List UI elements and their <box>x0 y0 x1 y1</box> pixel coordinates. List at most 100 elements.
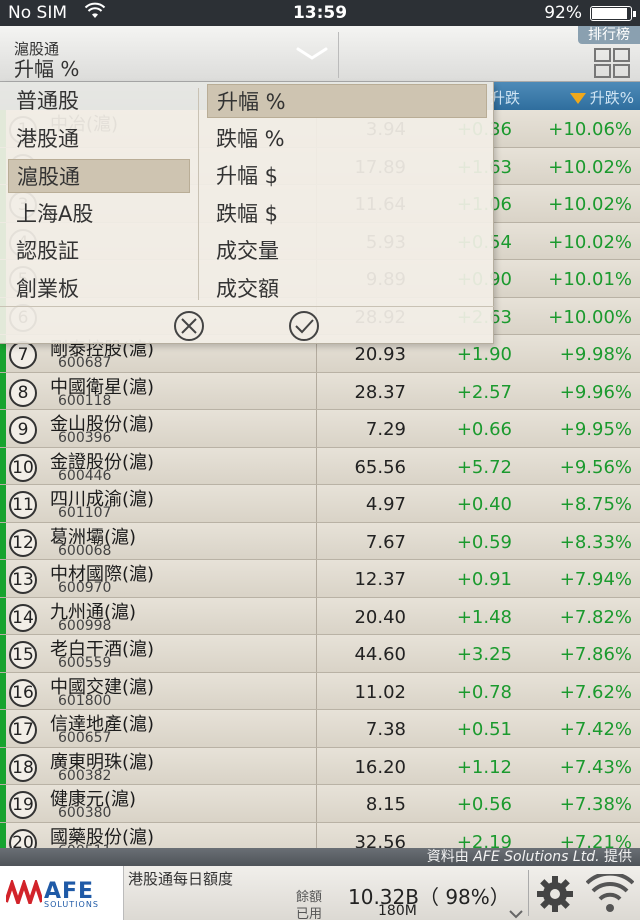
battery-icon <box>590 6 636 21</box>
column-divider <box>316 747 317 784</box>
rank-badge: 16 <box>9 678 37 707</box>
stock-change-pct: +7.42% <box>559 719 632 740</box>
source-suffix: 提供 <box>604 849 632 865</box>
stock-change: +0.91 <box>456 569 512 590</box>
column-change-header[interactable]: 升跌 <box>490 87 520 108</box>
chevron-down-icon[interactable] <box>294 40 330 66</box>
stock-code: 600068 <box>58 542 112 559</box>
stock-price: 7.29 <box>365 419 406 440</box>
gain-indicator-bar <box>0 710 6 747</box>
status-bar: No SIM 13:59 92% <box>0 0 640 26</box>
sort-option[interactable]: 跌幅 % <box>207 122 487 156</box>
stock-code: 600382 <box>58 767 112 784</box>
table-row[interactable]: 8 中國衛星(滬) 600118 28.37 +2.57 +9.96% <box>0 372 640 410</box>
stock-change-pct: +7.38% <box>559 794 632 815</box>
source-company: AFE Solutions Ltd. <box>473 849 600 865</box>
table-row[interactable]: 15 老白干酒(滬) 600559 44.60 +3.25 +7.86% <box>0 635 640 673</box>
column-divider <box>316 522 317 559</box>
rank-badge: 15 <box>9 641 37 669</box>
stock-code: 600118 <box>58 392 112 409</box>
table-row[interactable]: 9 金山股份(滬) 600396 7.29 +0.66 +9.95% <box>0 410 640 448</box>
stock-change-pct: +10.02% <box>548 231 632 253</box>
rank-badge: 12 <box>9 528 37 557</box>
column-divider <box>316 560 317 597</box>
header-divider <box>338 32 339 78</box>
stock-price: 28.37 <box>354 381 406 403</box>
category-option[interactable]: 滬股通 <box>8 159 190 193</box>
stock-change-pct: +7.86% <box>559 644 632 665</box>
stock-change: +0.56 <box>456 794 512 815</box>
column-pct-label: 升跌% <box>589 89 634 107</box>
gain-indicator-bar <box>0 635 6 672</box>
stock-change: +2.19 <box>456 831 512 849</box>
expand-chevron-icon[interactable] <box>508 904 524 919</box>
table-row[interactable]: 12 葛洲壩(滬) 600068 7.67 +0.59 +8.33% <box>0 522 640 560</box>
sort-desc-icon <box>569 93 586 104</box>
logo-subtext: SOLUTIONS <box>44 900 99 909</box>
table-row[interactable]: 20國藥股份(滬)60051132.56+2.19+7.21% <box>0 822 640 849</box>
table-row[interactable]: 18 廣東明珠(滬) 600382 16.20 +1.12 +7.43% <box>0 747 640 785</box>
used-label: 已用 <box>296 907 323 920</box>
table-row[interactable]: 10 金證股份(滬) 600446 65.56 +5.72 +9.56% <box>0 447 640 485</box>
category-option[interactable]: 認股証 <box>8 234 190 268</box>
stock-change: +3.25 <box>456 644 512 665</box>
stock-change-pct: +7.62% <box>559 681 632 703</box>
used-value: 180M <box>378 903 417 919</box>
gain-indicator-bar <box>0 822 6 848</box>
stock-change: +0.59 <box>456 531 512 553</box>
stock-change-pct: +7.21% <box>559 831 632 849</box>
battery-percent: 92% <box>544 3 582 23</box>
table-row[interactable]: 13 中材國際(滬) 600970 12.37 +0.91 +7.94% <box>0 560 640 598</box>
category-option[interactable]: 港股通 <box>8 122 190 156</box>
column-divider <box>316 785 317 822</box>
afe-logo: AFE SOLUTIONS <box>0 866 124 920</box>
gear-icon[interactable] <box>534 873 576 915</box>
stock-change-pct: +9.98% <box>559 344 632 365</box>
sort-mode-label[interactable]: 升幅 % <box>14 53 79 82</box>
list-header: 滬股通 升幅 % 排行榜 <box>0 26 640 82</box>
remaining-value: 10.32B（ 98%） <box>348 885 510 909</box>
sort-option[interactable]: 成交額 <box>207 272 487 306</box>
gain-indicator-bar <box>0 447 6 484</box>
table-row[interactable]: 19 健康元(滬) 600380 8.15 +0.56 +7.38% <box>0 785 640 823</box>
sort-option[interactable]: 成交量 <box>207 234 487 268</box>
column-divider <box>316 485 317 522</box>
connection-status-icon[interactable] <box>585 871 635 914</box>
stock-change-pct: +10.00% <box>548 306 632 328</box>
stock-change-pct: +8.75% <box>559 494 632 515</box>
column-divider <box>316 372 317 409</box>
table-row[interactable]: 11 四川成渝(滬) 601107 4.97 +0.40 +8.75% <box>0 485 640 523</box>
table-row[interactable]: 14 九州通(滬) 600998 20.40 +1.48 +7.82% <box>0 597 640 635</box>
sort-option[interactable]: 升幅 $ <box>207 159 487 193</box>
dropdown-divider <box>198 88 199 300</box>
column-divider <box>316 447 317 484</box>
stock-change-pct: +7.82% <box>559 606 632 628</box>
column-divider <box>316 635 317 672</box>
stock-price: 20.40 <box>354 606 406 628</box>
confirm-button[interactable] <box>284 310 324 342</box>
category-option[interactable]: 上海A股 <box>8 197 190 231</box>
stock-change: +5.72 <box>456 456 512 478</box>
sort-option[interactable]: 跌幅 $ <box>207 197 487 231</box>
stock-code: 600687 <box>58 355 112 371</box>
sort-option[interactable]: 升幅 % <box>207 84 487 118</box>
grid-view-icon[interactable] <box>594 48 630 78</box>
column-divider <box>316 597 317 634</box>
gain-indicator-bar <box>0 372 6 409</box>
stock-code: 601800 <box>58 692 112 709</box>
column-pct-header[interactable]: 升跌% <box>569 87 634 108</box>
table-row[interactable]: 16 中國交建(滬) 601800 11.02 +0.78 +7.62% <box>0 672 640 710</box>
stock-code: 600657 <box>58 730 112 746</box>
ranking-tab[interactable]: 排行榜 <box>578 26 640 44</box>
table-row[interactable]: 17 信達地產(滬) 600657 7.38 +0.51 +7.42% <box>0 710 640 748</box>
category-option[interactable]: 普通股 <box>8 84 190 118</box>
category-option[interactable]: 創業板 <box>8 272 190 306</box>
footer-divider <box>528 870 529 916</box>
stock-change-pct: +7.43% <box>559 756 632 778</box>
stock-change: +0.40 <box>456 494 512 515</box>
stock-price: 11.02 <box>354 681 406 703</box>
stock-code: 600970 <box>58 580 112 596</box>
cancel-button[interactable] <box>169 310 209 342</box>
stock-code: 600396 <box>58 430 112 446</box>
stock-change-pct: +9.95% <box>559 419 632 440</box>
